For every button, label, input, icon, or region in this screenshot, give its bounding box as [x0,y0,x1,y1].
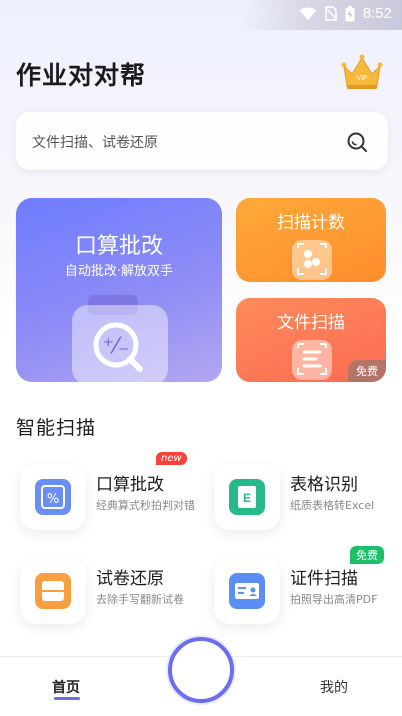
tool-oral-math-check[interactable]: % 口算批改 经典算式秒拍判对错 new [16,452,206,536]
calculator-magnifier-icon: ⁺⁄₋ [72,295,168,382]
tool-name: 表格识别 [290,475,358,495]
document-scan-icon [292,340,332,380]
scan-count-card[interactable]: 扫描计数 [236,198,386,282]
scan-count-title: 扫描计数 [277,213,345,233]
tool-desc: 拍照导出高清PDF [290,593,378,606]
tool-desc: 去除手写翻新试卷 [96,593,184,606]
wifi-icon [299,7,317,20]
file-scan-card[interactable]: 文件扫描 免费 [236,298,386,382]
battery-charging-icon [345,5,355,21]
count-scan-icon [292,240,332,280]
id-card-icon [229,573,265,609]
search-icon[interactable] [346,131,368,153]
tool-tile [214,558,280,624]
vip-crown-icon[interactable]: VIP [340,52,384,92]
status-time: 8:52 [362,5,392,22]
free-badge: 免费 [350,546,384,564]
tool-desc: 经典算式秒拍判对错 [96,499,195,512]
oral-math-check-title: 口算批改 [74,234,163,259]
tool-name: 证件扫描 [290,569,358,589]
free-badge: 免费 [348,360,386,382]
new-badge: new [156,452,187,465]
tool-name: 口算批改 [96,475,164,495]
tool-name: 试卷还原 [96,569,164,589]
search-bar[interactable]: 文件扫描、试卷还原 [16,112,388,170]
no-sim-icon [324,6,337,21]
status-bar: 8:52 [0,0,402,30]
search-placeholder: 文件扫描、试卷还原 [32,135,158,151]
tool-tile: % [20,464,86,530]
oral-math-check-card[interactable]: 口算批改 自动批改·解放双手 ⁺⁄₋ [16,198,222,382]
percent-scan-icon: % [35,479,71,515]
section-title: 智能扫描 [16,417,97,439]
tool-tile: E [214,464,280,530]
oral-math-check-subtitle: 自动批改·解放双手 [64,264,174,279]
status-icons: 8:52 [299,5,392,22]
tool-table-recognition[interactable]: E 表格识别 纸质表格转Excel [210,456,400,536]
tool-desc: 纸质表格转Excel [290,499,375,512]
app-title: 作业对对帮 [16,61,147,90]
scan-camera-button[interactable] [168,637,234,703]
svg-text:E: E [243,491,251,505]
paper-restore-icon [35,573,71,609]
tool-id-scan[interactable]: 证件扫描 拍照导出高清PDF 免费 [210,546,400,630]
svg-text:%: % [47,492,59,507]
svg-text:⁺⁄₋: ⁺⁄₋ [103,334,130,359]
nav-home-tab[interactable]: 首页 [52,677,80,697]
nav-active-indicator [54,697,80,700]
vip-label: VIP [356,75,368,82]
nav-mine-tab[interactable]: 我的 [320,677,348,697]
file-scan-title: 文件扫描 [277,313,345,333]
excel-scan-icon: E [229,479,265,515]
tool-tile [20,558,86,624]
tool-paper-restore[interactable]: 试卷还原 去除手写翻新试卷 [16,550,206,630]
